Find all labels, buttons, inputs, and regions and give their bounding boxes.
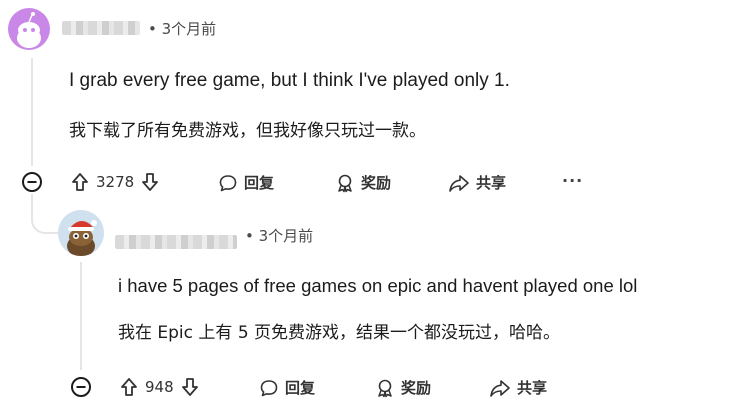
upvote-icon <box>121 378 137 396</box>
username-redacted[interactable] <box>62 21 140 35</box>
username-redacted[interactable] <box>115 235 237 249</box>
reply-label: 回复 <box>285 379 316 397</box>
share-label: 共享 <box>476 174 507 192</box>
award-icon <box>338 174 352 192</box>
upvote-button[interactable] <box>119 377 139 397</box>
downvote-button[interactable] <box>180 377 200 397</box>
collapse-icon <box>22 172 42 192</box>
share-button[interactable]: 共享 <box>489 377 547 398</box>
vote-count: 948 <box>145 378 174 396</box>
vote-group: 3278 <box>70 172 160 192</box>
vote-count: 3278 <box>96 173 135 191</box>
thread-line-reply <box>80 262 82 370</box>
comment-bubble-icon <box>260 379 278 396</box>
share-button[interactable]: 共享 <box>448 172 506 193</box>
snoo-santa-icon <box>67 220 97 256</box>
share-icon <box>449 174 469 192</box>
award-label: 奖励 <box>361 174 392 192</box>
avatar[interactable] <box>58 210 104 256</box>
share-label: 共享 <box>517 379 548 397</box>
downvote-button[interactable] <box>140 172 160 192</box>
award-label: 奖励 <box>401 379 432 397</box>
more-options-button[interactable]: ··· <box>562 171 583 190</box>
comment-text-zh: 我在 Epic 上有 5 页免费游戏，结果一个都没玩过，哈哈。 <box>118 323 561 343</box>
vote-group: 948 <box>119 377 200 397</box>
reply-button[interactable]: 回复 <box>218 172 274 193</box>
downvote-icon <box>142 173 159 191</box>
comment-text-en: I grab every free game, but I think I've… <box>69 70 510 91</box>
award-button[interactable]: 奖励 <box>375 377 431 398</box>
collapse-button[interactable] <box>21 171 43 197</box>
comment-text-zh: 我下载了所有免费游戏，但我好像只玩过一款。 <box>69 121 426 141</box>
thread-connector <box>31 194 61 234</box>
share-icon <box>490 379 510 397</box>
avatar[interactable] <box>8 8 50 50</box>
upvote-icon <box>72 173 88 191</box>
reply-button[interactable]: 回复 <box>259 377 315 398</box>
thread-line <box>31 58 33 166</box>
reply-label: 回复 <box>244 174 275 192</box>
award-icon <box>378 379 392 397</box>
collapse-icon <box>71 377 91 397</box>
comment-text-en: i have 5 pages of free games on epic and… <box>118 275 638 296</box>
comment-timestamp: • 3个月前 <box>245 227 314 245</box>
collapse-button[interactable] <box>70 376 92 402</box>
comment-bubble-icon <box>219 174 237 191</box>
snoo-icon <box>17 12 41 48</box>
comment-timestamp: • 3个月前 <box>148 20 217 38</box>
downvote-icon <box>181 378 198 396</box>
award-button[interactable]: 奖励 <box>335 172 391 193</box>
upvote-button[interactable] <box>70 172 90 192</box>
